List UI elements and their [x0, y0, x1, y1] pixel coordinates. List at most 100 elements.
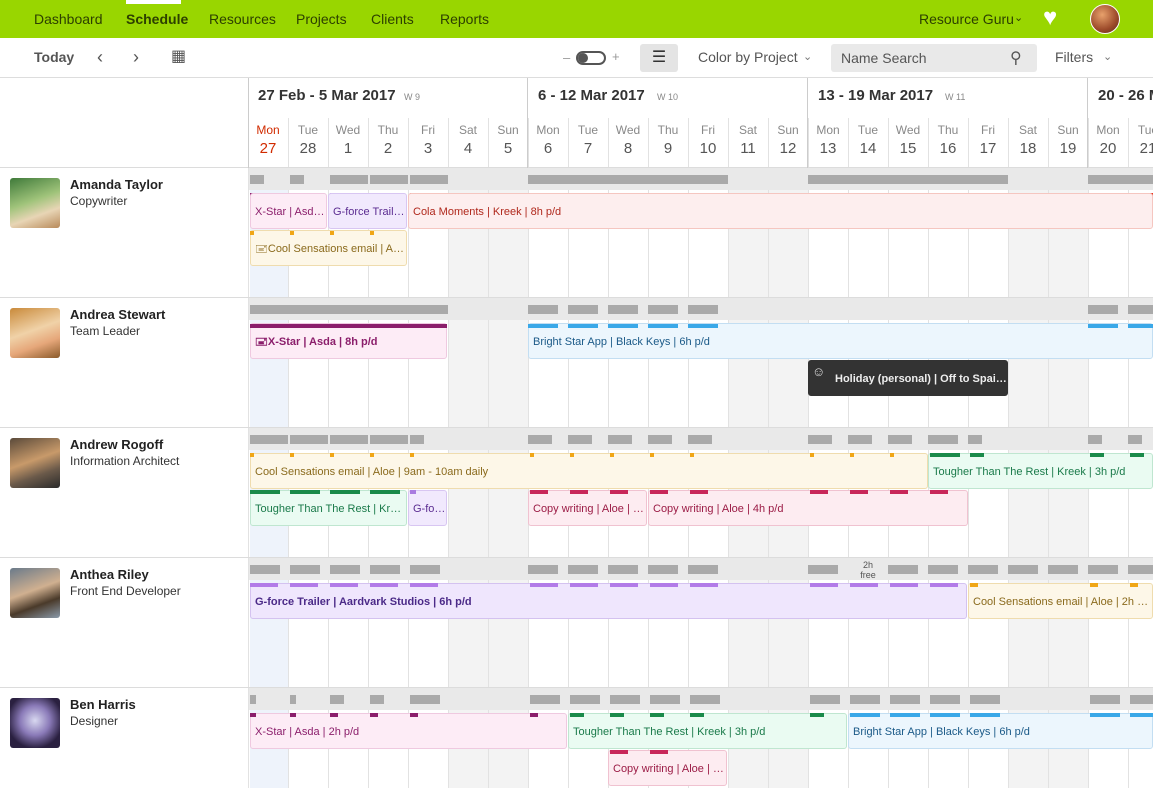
booking-bar[interactable]: Copy writing | Aloe | 4h p/d	[648, 490, 968, 526]
person-role: Designer	[70, 714, 119, 728]
availability-segment	[370, 565, 400, 574]
booking-bar[interactable]: X-Star | Asda | 2h p/d	[250, 713, 567, 749]
day-header[interactable]: Fri 3	[408, 118, 448, 168]
booking-bar[interactable]: Tougher Than The Rest | Kreek | 3h p/d	[928, 453, 1153, 489]
availability-segment	[688, 435, 712, 444]
day-header[interactable]: Sat 18	[1008, 118, 1048, 168]
day-header[interactable]: Tue 14	[848, 118, 888, 168]
avatar	[10, 308, 60, 358]
booking-bar[interactable]: 🖃X-Star | Asda | 8h p/d	[250, 323, 447, 359]
booking-bar[interactable]: G-forc...	[408, 490, 447, 526]
person-name[interactable]: Andrew Rogoff	[70, 437, 163, 452]
day-header[interactable]: Thu 9	[648, 118, 688, 168]
day-header[interactable]: Thu 2	[368, 118, 408, 168]
heart-icon[interactable]: ♥	[1043, 4, 1057, 32]
day-header[interactable]: Wed 8	[608, 118, 648, 168]
person-name[interactable]: Amanda Taylor	[70, 177, 163, 192]
booking-indicator	[810, 490, 828, 494]
day-header[interactable]: Fri 10	[688, 118, 728, 168]
day-header[interactable]: Mon 13	[808, 118, 848, 168]
day-header[interactable]: Fri 17	[968, 118, 1008, 168]
booking-bar[interactable]: Copy writing | Aloe | 4h p/d	[528, 490, 647, 526]
day-header[interactable]: Wed 1	[328, 118, 368, 168]
booking-bar[interactable]: Bright Star App | Black Keys | 6h p/d	[528, 323, 1153, 359]
nav-projects[interactable]: Projects	[296, 11, 347, 27]
chevron-right-icon[interactable]: ›	[133, 47, 139, 67]
booking-bar[interactable]: Cola Moments | Kreek | 8h p/d	[408, 193, 1153, 229]
availability-segment	[370, 435, 408, 444]
day-header[interactable]: Thu 16	[928, 118, 968, 168]
booking-indicator	[890, 490, 908, 494]
booking-bar[interactable]: 🖃Cool Sensations email | Aloe | 9...	[250, 230, 407, 266]
booking-bar[interactable]: G-force Trailer | ...	[328, 193, 407, 229]
booking-bar[interactable]: Cool Sensations email | Aloe | 9am - 10a…	[250, 453, 928, 489]
user-avatar[interactable]	[1090, 4, 1120, 34]
day-header[interactable]: Mon 6	[528, 118, 568, 168]
zoom-out-label[interactable]: –	[563, 50, 570, 65]
booking-bar[interactable]: Copy writing | Aloe | 4h p/d	[608, 750, 727, 786]
account-menu[interactable]: Resource Guru	[919, 11, 1014, 27]
calendar-icon[interactable]: ▦	[171, 47, 186, 67]
name-search-input[interactable]	[831, 44, 1037, 72]
day-name: Mon	[816, 123, 840, 137]
person-name[interactable]: Anthea Riley	[70, 567, 149, 582]
booking-indicator	[370, 231, 374, 235]
color-by-dropdown[interactable]: Color by Project	[698, 49, 798, 65]
booking-indicator	[250, 231, 254, 235]
list-view-button[interactable]: ☰	[640, 44, 678, 72]
day-name: Wed	[335, 123, 361, 137]
day-date: 21	[1139, 140, 1153, 157]
day-header[interactable]: Mon 27	[248, 118, 288, 168]
day-date: 14	[859, 140, 877, 157]
booking-indicator	[1090, 583, 1098, 587]
day-header[interactable]: Mon 20	[1088, 118, 1128, 168]
day-header[interactable]: Sun 5	[488, 118, 528, 168]
filters-dropdown[interactable]: Filters	[1055, 49, 1093, 65]
availability-segment	[250, 175, 264, 184]
availability-segment	[410, 565, 440, 574]
booking-indicator	[410, 713, 418, 717]
availability-segment	[808, 175, 1008, 184]
zoom-in-label[interactable]: +	[612, 49, 620, 64]
day-header[interactable]: Tue 21	[1128, 118, 1153, 168]
day-header[interactable]: Sat 11	[728, 118, 768, 168]
booking-indicator	[650, 750, 668, 754]
day-header[interactable]: Sun 12	[768, 118, 808, 168]
holiday-booking[interactable]: Holiday (personal) | Off to Spain! | 13 …	[808, 360, 1008, 396]
availability-segment	[528, 565, 558, 574]
nav-schedule[interactable]: Schedule	[126, 11, 188, 27]
nav-dashboard[interactable]: Dashboard	[34, 11, 103, 27]
avatar	[10, 568, 60, 618]
nav-reports[interactable]: Reports	[440, 11, 489, 27]
chevron-left-icon[interactable]: ‹	[97, 47, 103, 67]
booking-bar[interactable]: X-Star | Asda | ...	[250, 193, 327, 229]
booking-indicator	[690, 490, 708, 494]
day-date: 18	[1019, 140, 1037, 157]
day-header[interactable]: Sun 19	[1048, 118, 1088, 168]
person-name[interactable]: Ben Harris	[70, 697, 136, 712]
booking-bar[interactable]: Tougher Than The Rest | Kreek | 3h p/d	[568, 713, 847, 749]
person-name[interactable]: Andrea Stewart	[70, 307, 165, 322]
booking-bar[interactable]: Tougher Than The Rest | Kreek | 7h...	[250, 490, 407, 526]
chevron-down-icon[interactable]: ⌄	[803, 50, 812, 63]
booking-indicator	[250, 583, 278, 587]
availability-segment	[688, 305, 718, 314]
zoom-toggle[interactable]	[576, 51, 606, 65]
booking-indicator	[570, 713, 584, 717]
availability-segment	[690, 695, 720, 704]
booking-indicator	[688, 324, 718, 328]
booking-bar[interactable]: G-force Trailer | Aardvark Studios | 6h …	[250, 583, 967, 619]
chevron-down-icon[interactable]: ⌄	[1103, 50, 1112, 63]
day-header[interactable]: Wed 15	[888, 118, 928, 168]
availability-segment	[290, 175, 304, 184]
nav-resources[interactable]: Resources	[209, 11, 276, 27]
day-header[interactable]: Tue 28	[288, 118, 328, 168]
day-header[interactable]: Sat 4	[448, 118, 488, 168]
chevron-down-icon[interactable]: ⌄	[1014, 11, 1023, 24]
nav-clients[interactable]: Clients	[371, 11, 414, 27]
today-button[interactable]: Today	[34, 49, 74, 65]
booking-bar[interactable]: Bright Star App | Black Keys | 6h p/d	[848, 713, 1153, 749]
day-header[interactable]: Tue 7	[568, 118, 608, 168]
free-hours-label: 2h free	[860, 560, 876, 580]
booking-bar[interactable]: Cool Sensations email | Aloe | 2h p/d	[968, 583, 1153, 619]
